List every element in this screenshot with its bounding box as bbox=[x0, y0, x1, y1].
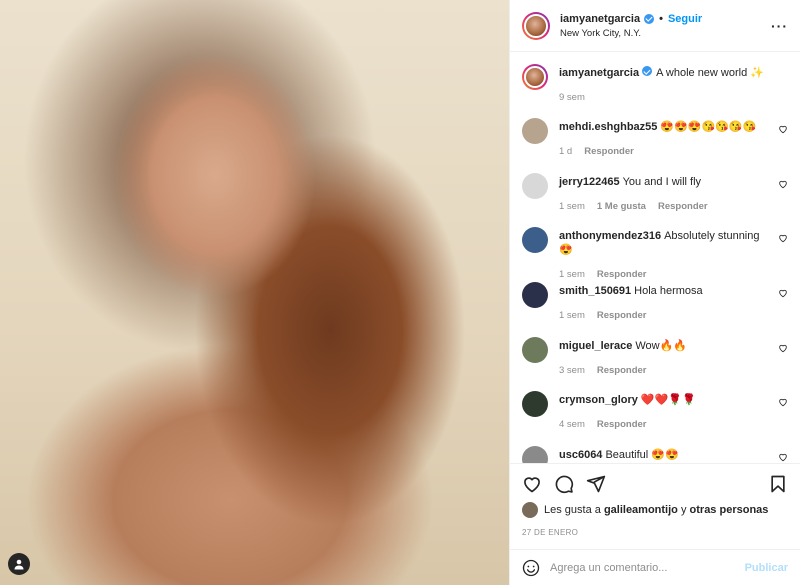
comment-item: anthonymendez316 Absolutely stunning 😍 1 … bbox=[522, 227, 788, 284]
comment-username[interactable]: usc6064 bbox=[559, 449, 602, 461]
post-panel: iamyanetgarcia • Seguir New York City, N… bbox=[509, 0, 800, 585]
comment-like-icon[interactable] bbox=[778, 179, 788, 189]
comment-like-icon[interactable] bbox=[778, 397, 788, 407]
emoji-icon[interactable] bbox=[522, 559, 540, 577]
comment-time: 1 d bbox=[559, 146, 573, 157]
commenter-avatar[interactable] bbox=[522, 282, 548, 309]
reply-button[interactable]: Responder bbox=[584, 146, 634, 157]
comment-username[interactable]: smith_150691 bbox=[559, 285, 631, 297]
follow-button[interactable]: Seguir bbox=[668, 13, 702, 25]
reply-button[interactable]: Responder bbox=[597, 419, 647, 430]
bookmark-icon[interactable] bbox=[768, 474, 788, 494]
reply-button[interactable]: Responder bbox=[597, 269, 647, 280]
reply-button[interactable]: Responder bbox=[597, 365, 647, 376]
caption-text: A whole new world ✨ bbox=[656, 67, 764, 79]
comment-text: Beautiful 😍😍 bbox=[605, 449, 679, 462]
add-comment-bar: Publicar bbox=[510, 549, 800, 585]
post-location[interactable]: New York City, N.Y. bbox=[560, 28, 702, 39]
separator-dot: • bbox=[659, 12, 663, 25]
other-likers-link[interactable]: otras personas bbox=[690, 504, 769, 516]
comment-username[interactable]: anthonymendez316 bbox=[559, 230, 661, 242]
comment-like-icon[interactable] bbox=[778, 124, 788, 134]
post-image[interactable] bbox=[0, 0, 509, 585]
more-options-icon[interactable]: ··· bbox=[771, 18, 788, 34]
comment-icon[interactable] bbox=[554, 474, 574, 494]
comment-text: Hola hermosa bbox=[634, 285, 703, 298]
reply-button[interactable]: Responder bbox=[597, 310, 647, 321]
comment-item: miguel_lerace Wow🔥🔥 3 sem Responder bbox=[522, 336, 788, 394]
verified-icon bbox=[644, 13, 655, 24]
commenter-avatar[interactable] bbox=[522, 336, 548, 363]
comment-like-icon[interactable] bbox=[778, 288, 788, 298]
comment-time: 4 sem bbox=[559, 419, 585, 431]
comment-like-count[interactable]: 1 Me gusta bbox=[597, 201, 646, 212]
comment-text: You and I will fly bbox=[622, 175, 702, 188]
comment-item: smith_150691 Hola hermosa 1 sem Responder bbox=[522, 282, 788, 339]
share-icon[interactable] bbox=[586, 474, 606, 494]
commenter-avatar[interactable] bbox=[522, 446, 548, 464]
verified-icon bbox=[642, 66, 653, 76]
comment-item: mehdi.eshghbaz55 😍😍😍😘😘😘😘 1 d Responder bbox=[522, 118, 788, 175]
comment-item: crymson_glory ❤️❤️🌹🌹 4 sem Responder bbox=[522, 391, 788, 448]
post-caption: iamyanetgarcia A whole new world ✨ 9 sem bbox=[522, 64, 788, 120]
comment-text: Wow🔥🔥 bbox=[635, 339, 688, 352]
comment-text: ❤️❤️🌹🌹 bbox=[640, 394, 696, 407]
publish-button[interactable]: Publicar bbox=[745, 562, 788, 574]
post-header: iamyanetgarcia • Seguir New York City, N… bbox=[510, 0, 800, 52]
comment-time: 1 sem bbox=[559, 269, 585, 281]
comment-item: jerry122465 You and I will fly 1 sem 1 Me … bbox=[522, 172, 788, 230]
commenter-avatar[interactable] bbox=[522, 227, 548, 254]
comment-input[interactable] bbox=[550, 561, 745, 574]
likes-summary: Les gusta a galileamontijo y otras perso… bbox=[522, 502, 788, 518]
comment-text: 😍😍😍😘😘😘😘 bbox=[660, 121, 757, 133]
author-username[interactable]: iamyanetgarcia bbox=[560, 13, 640, 25]
comment-like-icon[interactable] bbox=[778, 233, 788, 243]
liker-avatar[interactable] bbox=[522, 502, 538, 518]
author-avatar[interactable] bbox=[522, 11, 550, 40]
likes-prefix: Les gusta a bbox=[544, 504, 601, 516]
liker-username[interactable]: galileamontijo bbox=[604, 504, 678, 516]
comment-item: usc6064 Beautiful 😍😍 bbox=[522, 446, 788, 464]
likes-conjunction: y bbox=[680, 504, 687, 516]
commenter-avatar[interactable] bbox=[522, 391, 548, 418]
comment-username[interactable]: mehdi.eshghbaz55 bbox=[559, 121, 657, 133]
commenter-avatar[interactable] bbox=[522, 172, 548, 199]
comment-time: 1 sem bbox=[559, 200, 585, 212]
comment-username[interactable]: jerry122465 bbox=[559, 176, 620, 188]
commenter-avatar[interactable] bbox=[522, 118, 548, 144]
comments-list[interactable]: iamyanetgarcia A whole new world ✨ 9 sem … bbox=[510, 52, 800, 464]
caption-time: 9 sem bbox=[559, 92, 585, 103]
caption-username[interactable]: iamyanetgarcia bbox=[559, 67, 639, 79]
caption-avatar[interactable] bbox=[522, 64, 548, 90]
comment-time: 3 sem bbox=[559, 364, 585, 376]
comment-username[interactable]: miguel_lerace bbox=[559, 340, 632, 352]
comment-like-icon[interactable] bbox=[778, 343, 788, 353]
heart-icon[interactable] bbox=[522, 474, 542, 494]
reply-button[interactable]: Responder bbox=[658, 201, 708, 212]
comment-like-icon[interactable] bbox=[778, 452, 788, 462]
user-tag-icon[interactable] bbox=[8, 553, 30, 575]
comment-username[interactable]: crymson_glory bbox=[559, 394, 638, 406]
post-date[interactable]: 27 DE ENERO bbox=[522, 528, 788, 537]
comment-time: 1 sem bbox=[559, 310, 585, 322]
